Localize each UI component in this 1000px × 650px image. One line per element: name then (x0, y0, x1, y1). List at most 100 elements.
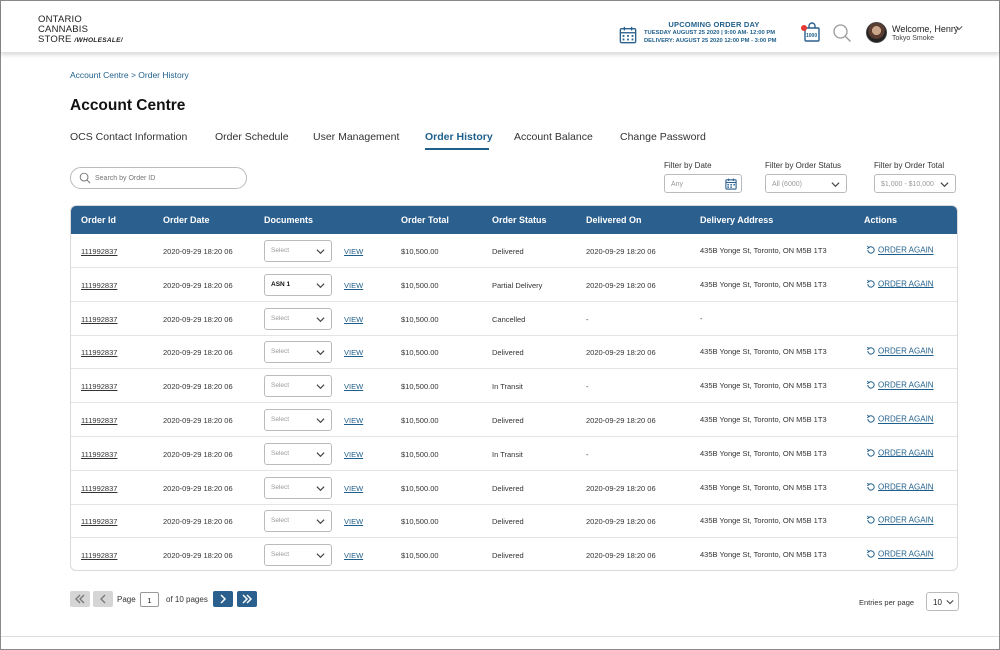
view-documents-link[interactable]: VIEW (344, 281, 363, 290)
documents-select[interactable]: Select (264, 510, 332, 533)
order-again-button[interactable]: ORDER AGAIN (866, 482, 934, 492)
previous-page-button[interactable] (93, 591, 113, 607)
order-id-link[interactable]: 111992837 (81, 416, 117, 425)
order-id-link[interactable]: 111992837 (81, 281, 117, 290)
delivery-address: 435B Yonge St, Toronto, ON M5B 1T3 (700, 516, 827, 526)
documents-select[interactable]: Select (264, 341, 332, 364)
order-id-link[interactable]: 111992837 (81, 315, 117, 324)
documents-select-value: Select (271, 382, 290, 390)
tab-order-history[interactable]: Order History (425, 131, 493, 143)
chevron-down-icon[interactable] (955, 24, 963, 32)
order-again-label: ORDER AGAIN (878, 245, 934, 255)
chevron-down-icon (831, 182, 840, 188)
order-total: $10,500.00 (401, 382, 439, 392)
column-header-order-date[interactable]: Order Date (163, 215, 210, 225)
delivery-address: 435B Yonge St, Toronto, ON M5B 1T3 (700, 550, 827, 560)
filter-total-select[interactable]: $1,000 - $10,000 (874, 174, 956, 193)
chevron-down-icon (316, 553, 325, 559)
order-id-link[interactable]: 111992837 (81, 517, 117, 526)
order-status: Delivered (492, 247, 524, 256)
order-again-button[interactable]: ORDER AGAIN (866, 414, 934, 424)
order-id-link[interactable]: 111992837 (81, 247, 117, 256)
order-date: 2020-09-29 18:20 06 (163, 247, 233, 256)
order-again-button[interactable]: ORDER AGAIN (866, 448, 934, 458)
double-chevron-right-icon (242, 594, 252, 604)
order-id-link[interactable]: 111992837 (81, 551, 117, 560)
search-input[interactable] (95, 171, 240, 185)
documents-select[interactable]: Select (264, 442, 332, 465)
tab-user-management[interactable]: User Management (313, 131, 399, 143)
documents-select[interactable]: Select (264, 375, 332, 398)
documents-select[interactable]: Select (264, 409, 332, 431)
tab-account-balance[interactable]: Account Balance (514, 131, 593, 143)
delivery-address: 435B Yonge St, Toronto, ON M5B 1T3 (700, 347, 827, 357)
view-documents-link[interactable]: VIEW (344, 416, 363, 425)
tab-order-schedule[interactable]: Order Schedule (215, 131, 289, 143)
brand-logo[interactable]: ONTARIO CANNABIS STORE /WHOLESALE/ (38, 15, 123, 46)
documents-select[interactable]: Select (264, 476, 332, 499)
documents-select[interactable]: Select (264, 307, 332, 330)
view-documents-link[interactable]: VIEW (344, 484, 363, 493)
column-header-order-status[interactable]: Order Status (492, 215, 547, 225)
search-icon[interactable] (832, 23, 852, 43)
order-id-link[interactable]: 111992837 (81, 450, 117, 459)
tab-ocs-contact-information[interactable]: OCS Contact Information (70, 131, 187, 143)
filter-date-field[interactable]: Any (664, 174, 742, 193)
search-icon (79, 172, 91, 184)
filter-status-select[interactable]: All (6000) (765, 174, 847, 193)
calendar-icon[interactable] (619, 26, 637, 44)
order-again-label: ORDER AGAIN (878, 549, 934, 559)
view-documents-link[interactable]: VIEW (344, 382, 363, 391)
view-documents-link[interactable]: VIEW (344, 450, 363, 459)
table-row: 111992837 2020-09-29 18:20 06 Select VIEW $1… (71, 369, 957, 404)
order-again-button[interactable]: ORDER AGAIN (866, 549, 934, 559)
delivery-address: 435B Yonge St, Toronto, ON M5B 1T3 (700, 482, 827, 492)
view-documents-link[interactable]: VIEW (344, 315, 363, 324)
upcoming-title: UPCOMING ORDER DAY (668, 20, 760, 29)
view-documents-link[interactable]: VIEW (344, 348, 363, 357)
order-total: $10,500.00 (401, 449, 439, 459)
chevron-down-icon (316, 283, 325, 288)
order-id-link[interactable]: 111992837 (81, 348, 117, 357)
chevron-down-icon (316, 350, 325, 356)
column-header-delivery-address[interactable]: Delivery Address (700, 215, 773, 225)
view-documents-link[interactable]: VIEW (344, 517, 363, 526)
last-page-button[interactable] (237, 591, 257, 607)
order-again-button[interactable]: ORDER AGAIN (866, 346, 934, 356)
breadcrumb[interactable]: Account Centre > Order History (70, 70, 189, 80)
column-header-delivered-on[interactable]: Delivered On (586, 215, 642, 225)
table-row: 111992837 2020-09-29 18:20 06 ASN 1 VIEW $10… (71, 268, 957, 302)
column-header-order-total[interactable]: Order Total (401, 215, 449, 225)
documents-select[interactable]: Select (264, 240, 332, 262)
entries-per-page-select[interactable]: 10 (926, 592, 959, 611)
documents-select[interactable]: Select (264, 544, 332, 567)
welcome-user[interactable]: Welcome, Henry (892, 24, 958, 34)
order-again-button[interactable]: ORDER AGAIN (866, 279, 934, 289)
column-header-documents[interactable]: Documents (264, 215, 313, 225)
delivered-on: 2020-09-29 18:20 06 (586, 348, 656, 358)
documents-select[interactable]: ASN 1 (264, 273, 332, 296)
delivered-on: 2020-09-29 18:20 06 (586, 247, 656, 256)
view-documents-link[interactable]: VIEW (344, 247, 363, 256)
delivered-on: 2020-09-29 18:20 06 (586, 483, 656, 493)
avatar[interactable] (866, 22, 887, 43)
order-again-button[interactable]: ORDER AGAIN (866, 515, 934, 525)
table-row: 111992837 2020-09-29 18:20 06 Select VIEW $1… (71, 538, 957, 570)
first-page-button[interactable] (70, 591, 90, 607)
order-again-button[interactable]: ORDER AGAIN (866, 380, 934, 390)
next-page-button[interactable] (213, 591, 233, 607)
page-number-input[interactable]: 1 (140, 592, 159, 607)
calendar-icon[interactable] (725, 178, 737, 190)
table-header: Order Id Order Date Documents Order Tota… (71, 206, 957, 234)
company-name: Tokyo Smoke (892, 35, 935, 42)
view-documents-link[interactable]: VIEW (344, 551, 363, 560)
table-row: 111992837 2020-09-29 18:20 06 Select VIEW $1… (71, 403, 957, 437)
upcoming-order-day: UPCOMING ORDER DAY TUESDAY AUGUST 25 202… (644, 20, 784, 45)
order-id-link[interactable]: 111992837 (81, 484, 117, 493)
refresh-icon (866, 516, 875, 524)
tab-change-password[interactable]: Change Password (620, 131, 706, 143)
order-id-link[interactable]: 111992837 (81, 382, 117, 391)
order-date: 2020-09-29 18:20 06 (163, 416, 233, 425)
column-header-order-id[interactable]: Order Id (81, 215, 116, 225)
order-again-button[interactable]: ORDER AGAIN (866, 245, 934, 255)
